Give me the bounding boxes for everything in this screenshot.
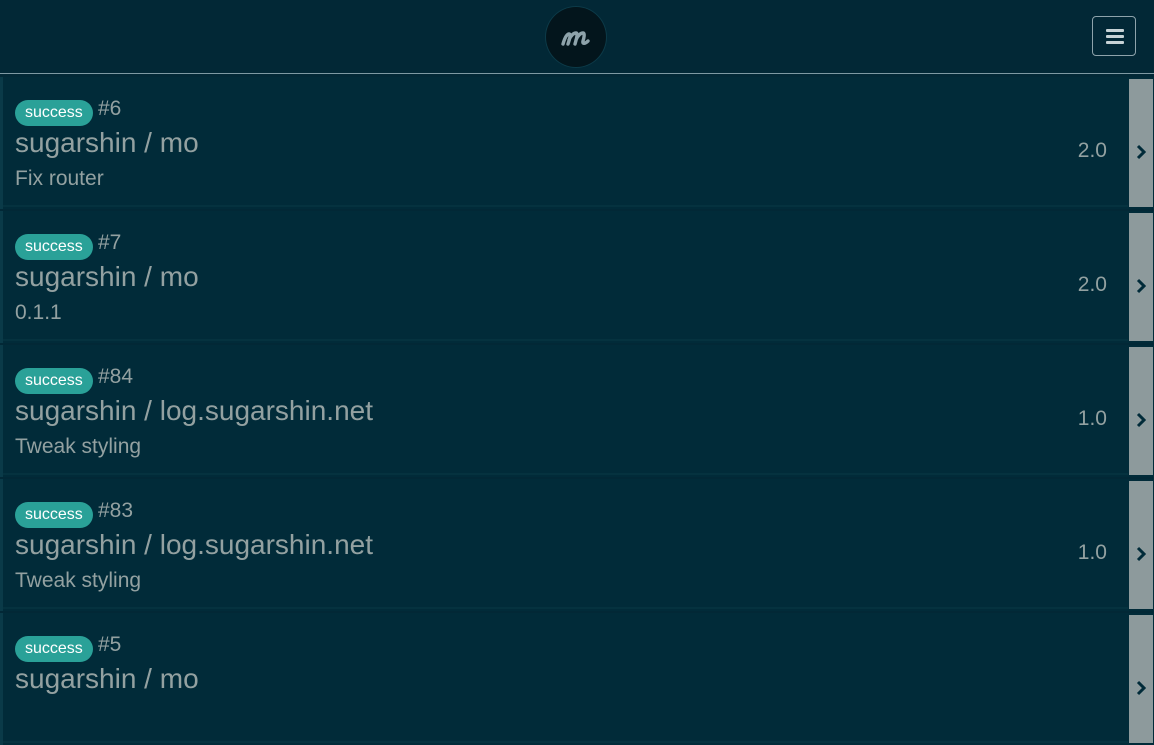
status-badge: success [15, 502, 93, 528]
commit-message: 0.1.1 [15, 301, 62, 324]
open-build-button[interactable] [1129, 213, 1153, 341]
repo-name: sugarshin / mo [15, 663, 199, 694]
repo-name: sugarshin / mo [15, 261, 199, 292]
status-badge: success [15, 100, 93, 126]
build-row[interactable]: success #6 sugarshin / mo Fix router 2.0 [0, 77, 1154, 209]
chevron-right-icon [1136, 680, 1146, 696]
build-number: #6 [98, 97, 122, 120]
build-duration: 2.0 [1077, 139, 1107, 162]
open-build-button[interactable] [1129, 79, 1153, 207]
commit-message: Fix router [15, 167, 104, 190]
open-build-button[interactable] [1129, 481, 1153, 609]
chevron-right-icon [1136, 546, 1146, 562]
status-badge: success [15, 234, 93, 260]
commit-message: Tweak styling [15, 435, 142, 458]
build-number: #83 [98, 499, 134, 522]
build-row-body[interactable]: success #6 sugarshin / mo Fix router 2.0 [3, 77, 1128, 207]
repo-name: sugarshin / mo [15, 127, 199, 158]
build-row[interactable]: success #7 sugarshin / mo 0.1.1 2.0 [0, 211, 1154, 343]
repo-name: sugarshin / log.sugarshin.net [15, 395, 373, 426]
build-row[interactable]: success #84 sugarshin / log.sugarshin.ne… [0, 345, 1154, 477]
open-build-button[interactable] [1129, 615, 1153, 743]
m-logo-icon[interactable] [546, 7, 606, 67]
open-build-button[interactable] [1129, 347, 1153, 475]
build-duration: 1.0 [1077, 541, 1107, 564]
commit-message: Tweak styling [15, 569, 142, 592]
build-row[interactable]: success #83 sugarshin / log.sugarshin.ne… [0, 479, 1154, 611]
build-number: #5 [98, 633, 122, 656]
build-list: success #6 sugarshin / mo Fix router 2.0… [0, 75, 1154, 745]
build-row-body[interactable]: success #83 sugarshin / log.sugarshin.ne… [3, 479, 1128, 609]
status-badge: success [15, 368, 93, 394]
repo-name: sugarshin / log.sugarshin.net [15, 529, 373, 560]
chevron-right-icon [1136, 412, 1146, 428]
chevron-right-icon [1136, 278, 1146, 294]
build-number: #7 [98, 231, 122, 254]
build-number: #84 [98, 365, 134, 388]
build-row-body[interactable]: success #5 sugarshin / mo [3, 613, 1128, 743]
status-badge: success [15, 636, 93, 662]
build-duration: 2.0 [1077, 273, 1107, 296]
menu-button[interactable] [1092, 16, 1136, 56]
chevron-right-icon [1136, 144, 1146, 160]
top-navbar [0, 0, 1154, 74]
build-row-body[interactable]: success #7 sugarshin / mo 0.1.1 2.0 [3, 211, 1128, 341]
build-row[interactable]: success #5 sugarshin / mo [0, 613, 1154, 745]
build-duration: 1.0 [1077, 407, 1107, 430]
build-row-body[interactable]: success #84 sugarshin / log.sugarshin.ne… [3, 345, 1128, 475]
hamburger-menu-icon [1106, 29, 1124, 44]
